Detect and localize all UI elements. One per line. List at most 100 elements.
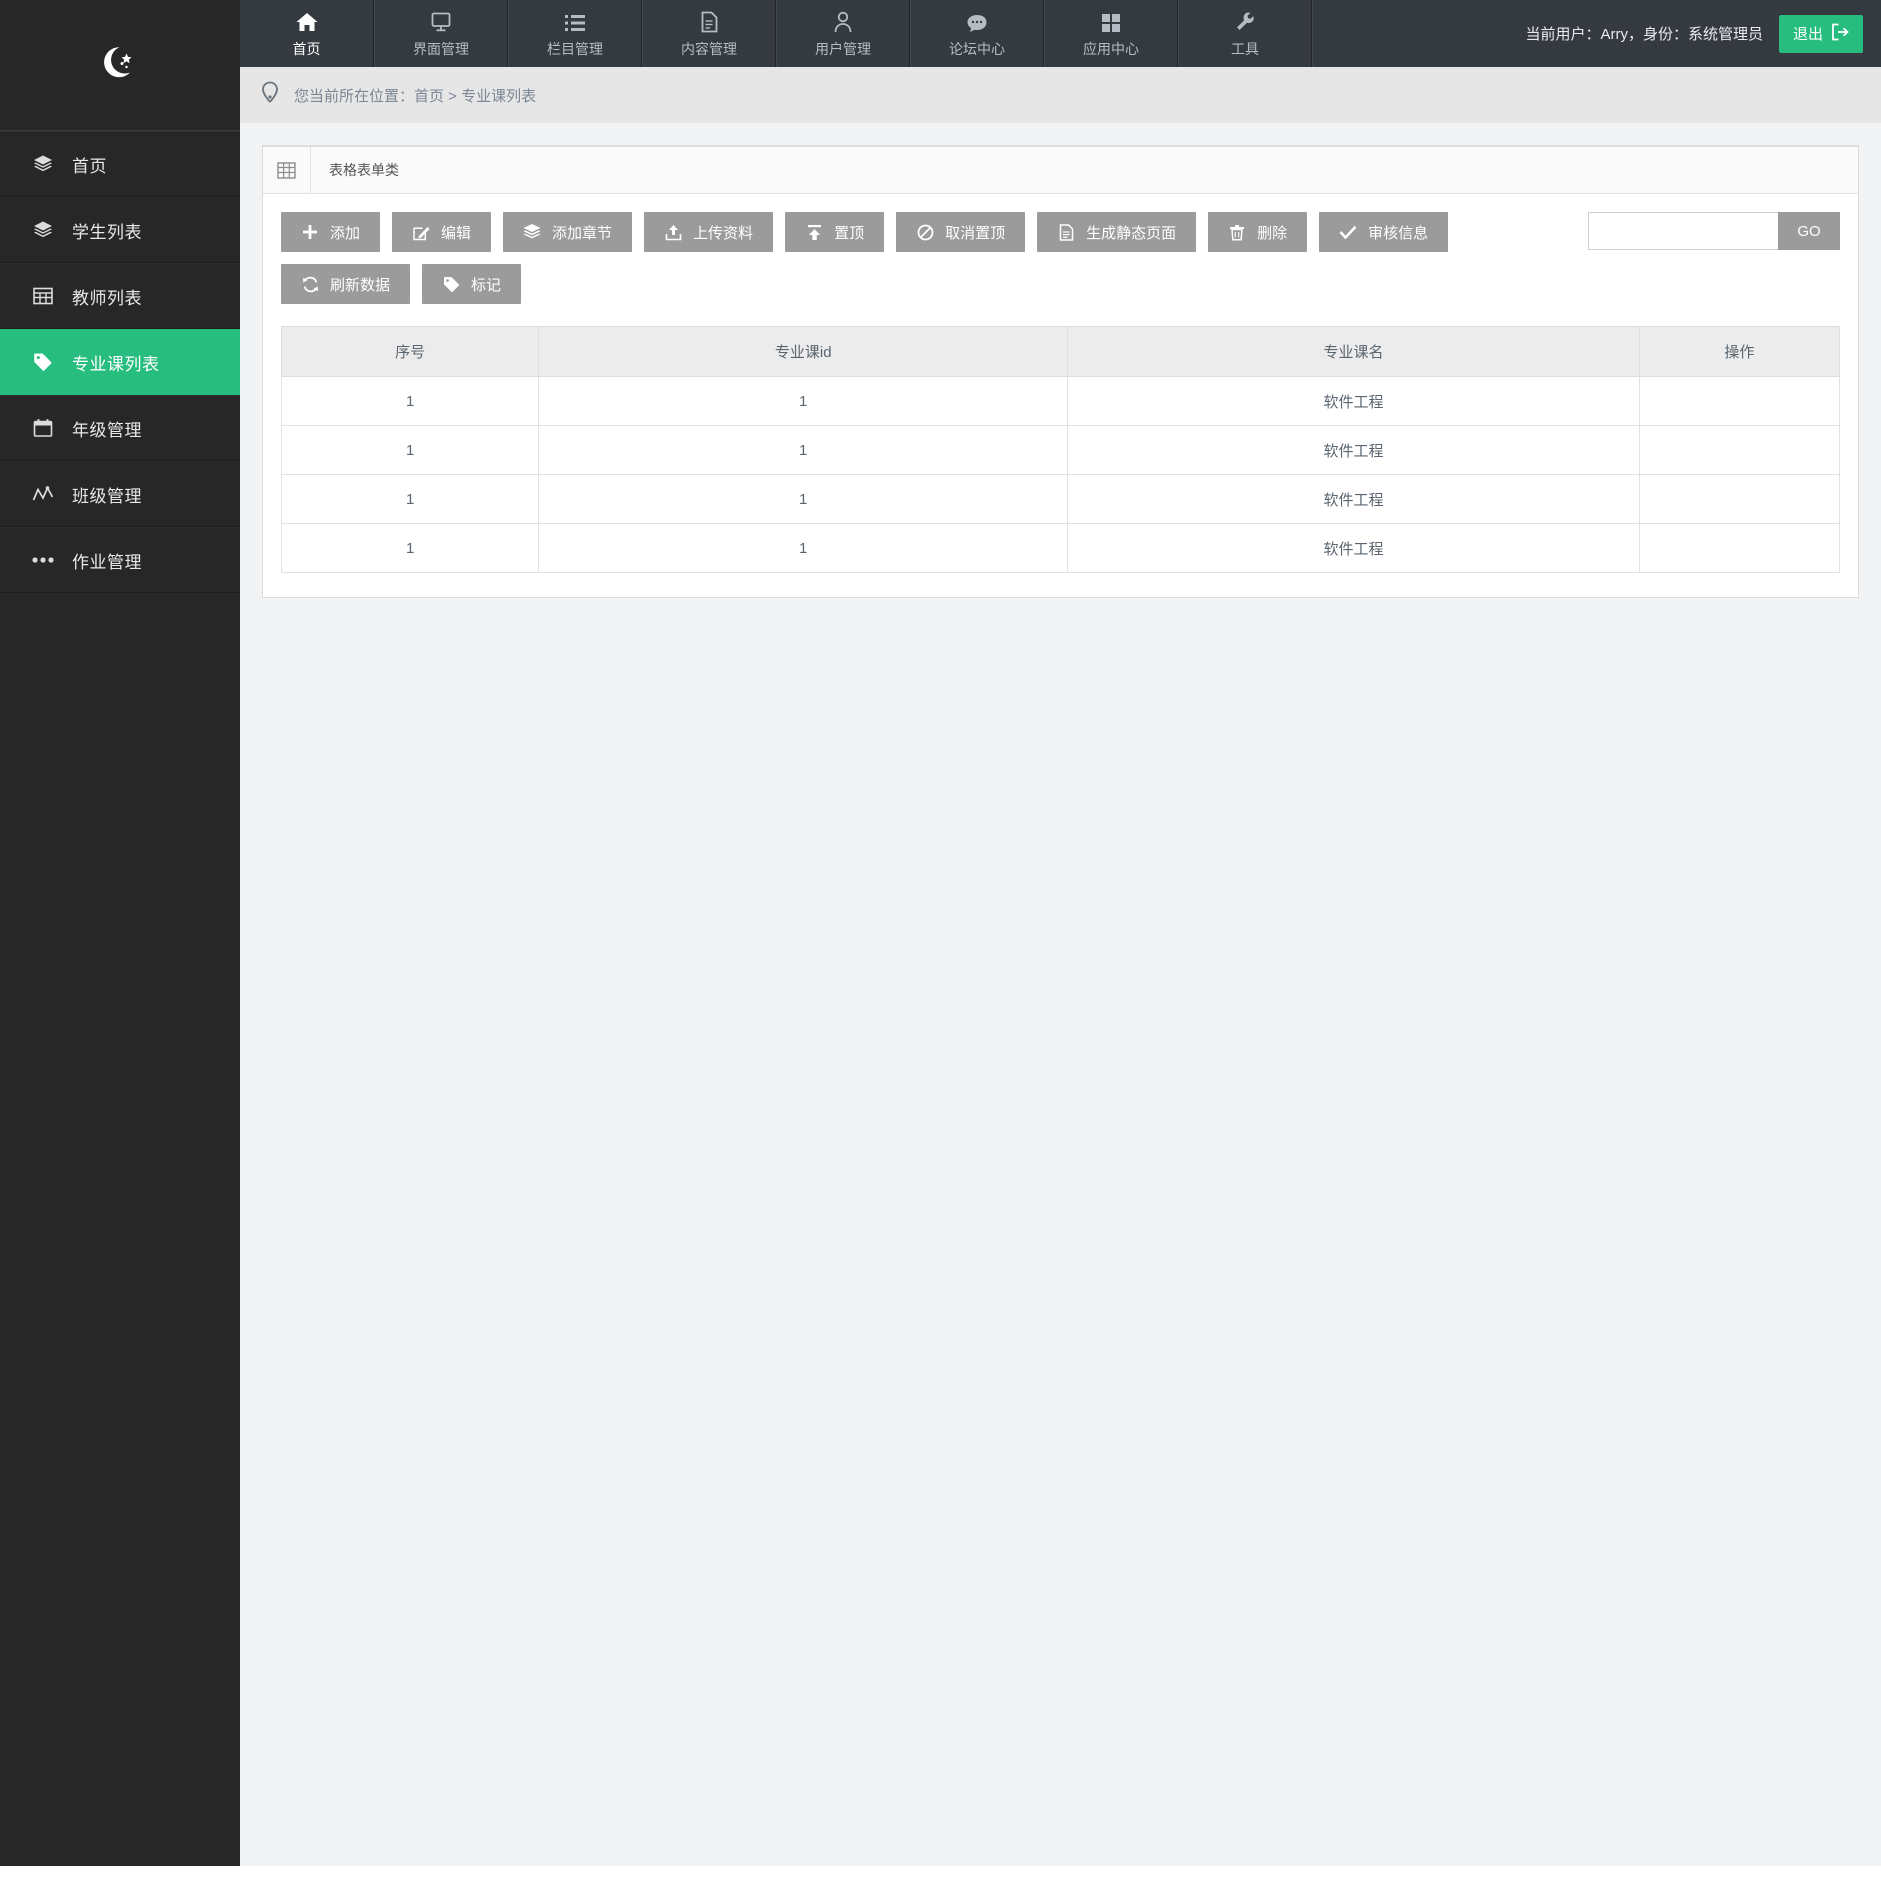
button-label: 刷新数据 [330,276,391,294]
button-label: 上传资料 [693,224,754,242]
sidebar-item-label: 班级管理 [72,486,142,506]
cell-action[interactable] [1638,523,1841,573]
cell-course-id: 1 [538,425,1069,475]
list-icon [564,9,586,33]
cell-action[interactable] [1638,376,1841,426]
user-icon [833,9,853,33]
column-header-course-id[interactable]: 专业课id [538,326,1069,377]
sidebar-item-label: 专业课列表 [72,354,160,374]
cell-index: 1 [280,376,540,426]
topnav-item-user-management[interactable]: 用户管理 [776,0,910,67]
generate-static-page-button[interactable]: 生成静态页面 [1037,212,1197,252]
refresh-data-button[interactable]: 刷新数据 [281,264,411,304]
topnav-item-column-management[interactable]: 栏目管理 [508,0,642,67]
unpin-top-button[interactable]: 取消置顶 [896,212,1026,252]
current-user-info: 当前用户：Arry，身份：系统管理员 [1525,26,1763,43]
topnav-spacer [1312,0,1525,67]
sidebar-item-label: 首页 [72,156,107,176]
sidebar-nav: 首页 学生列表 教师列表 专业课列表 年级管理 班级管理 作业管理 [0,131,240,593]
crescent-moon-stars-icon [97,42,143,88]
sidebar-item-grade-management[interactable]: 年级管理 [0,395,240,461]
table-panel: 表格表单类 添加 编辑 添加章节 上传资料 置顶 取消置顶 生成静态页面 删除 … [262,145,1859,598]
action-toolbar: 添加 编辑 添加章节 上传资料 置顶 取消置顶 生成静态页面 删除 审核信息 刷… [281,212,1840,304]
ban-icon [916,223,934,241]
cell-course-name: 软件工程 [1067,523,1640,573]
cell-action[interactable] [1638,474,1841,524]
sign-out-icon [1831,23,1849,45]
wrench-icon [1235,9,1255,33]
add-chapter-button[interactable]: 添加章节 [503,212,633,252]
audit-info-button[interactable]: 审核信息 [1319,212,1449,252]
cell-course-id: 1 [538,523,1069,573]
topnav-item-app-center[interactable]: 应用中心 [1044,0,1178,67]
column-header-action[interactable]: 操作 [1638,326,1841,377]
location-pin-icon [260,81,280,110]
button-label: 生成静态页面 [1086,224,1177,242]
table-row[interactable]: 1 1 软件工程 [280,425,1841,475]
table-row[interactable]: 1 1 软件工程 [280,474,1841,524]
upload-icon [664,223,682,241]
sidebar-item-label: 年级管理 [72,420,142,440]
panel-header: 表格表单类 [263,147,1858,194]
document-icon [699,9,719,33]
table-row[interactable]: 1 1 软件工程 [280,376,1841,426]
sidebar-item-label: 作业管理 [72,552,142,572]
table-row[interactable]: 1 1 软件工程 [280,523,1841,573]
mark-button[interactable]: 标记 [422,264,522,304]
chart-line-icon [30,483,56,505]
table-grid-icon [263,147,311,193]
cell-index: 1 [280,523,540,573]
panel-body: 添加 编辑 添加章节 上传资料 置顶 取消置顶 生成静态页面 删除 审核信息 刷… [263,194,1858,597]
button-label: 审核信息 [1368,224,1429,242]
button-label: 标记 [471,276,502,294]
topnav-item-forum-center[interactable]: 论坛中心 [910,0,1044,67]
edit-button[interactable]: 编辑 [392,212,492,252]
breadcrumb: 您当前所在位置：首页 > 专业课列表 [240,67,1881,123]
topnav-item-tools[interactable]: 工具 [1178,0,1312,67]
sidebar-item-student-list[interactable]: 学生列表 [0,197,240,263]
column-header-index[interactable]: 序号 [280,326,540,377]
panel-title: 表格表单类 [329,162,399,178]
logout-button[interactable]: 退出 [1778,14,1863,53]
sidebar-item-major-course-list[interactable]: 专业课列表 [0,329,240,395]
sidebar-item-teacher-list[interactable]: 教师列表 [0,263,240,329]
logout-button-label: 退出 [1792,26,1823,43]
logo[interactable] [0,0,240,131]
cell-action[interactable] [1638,425,1841,475]
cell-course-name: 软件工程 [1067,376,1640,426]
cell-index: 1 [280,474,540,524]
cell-course-name: 软件工程 [1067,474,1640,524]
button-label: 取消置顶 [945,224,1006,242]
layers-icon [30,153,56,175]
plus-icon [301,223,319,241]
topnav-item-interface-management[interactable]: 界面管理 [374,0,508,67]
search-input[interactable] [1588,212,1778,250]
topnav-item-content-management[interactable]: 内容管理 [642,0,776,67]
trash-icon [1228,223,1246,241]
refresh-icon [301,275,319,293]
main-content: 表格表单类 添加 编辑 添加章节 上传资料 置顶 取消置顶 生成静态页面 删除 … [240,123,1881,1866]
sidebar-item-home[interactable]: 首页 [0,131,240,197]
sidebar-item-class-management[interactable]: 班级管理 [0,461,240,527]
topnav-item-label: 用户管理 [815,40,871,57]
top-navigation-bar: 首页 界面管理 栏目管理 内容管理 用户管理 论坛中心 应用中心 工具 当前用户… [240,0,1881,67]
upload-material-button[interactable]: 上传资料 [644,212,774,252]
tag-icon [30,351,56,373]
pin-top-button[interactable]: 置顶 [785,212,885,252]
delete-button[interactable]: 删除 [1208,212,1308,252]
cell-course-name: 软件工程 [1067,425,1640,475]
search-go-button[interactable]: GO [1778,212,1840,250]
sidebar: 首页 学生列表 教师列表 专业课列表 年级管理 班级管理 作业管理 [0,0,240,1866]
cell-course-id: 1 [538,474,1069,524]
ellipsis-icon [30,549,56,571]
pencil-square-icon [412,223,430,241]
topnav-item-label: 首页 [292,40,321,57]
table-grid-icon [30,285,56,307]
sidebar-item-homework-management[interactable]: 作业管理 [0,527,240,593]
add-button[interactable]: 添加 [281,212,381,252]
column-header-course-name[interactable]: 专业课名 [1067,326,1640,377]
topnav-item-home[interactable]: 首页 [240,0,374,67]
monitor-icon [430,9,452,33]
table-body: 1 1 软件工程 1 1 软件工程 1 1 软件工程 1 1 软件工程 [280,376,1841,573]
topnav-item-label: 工具 [1231,40,1259,57]
